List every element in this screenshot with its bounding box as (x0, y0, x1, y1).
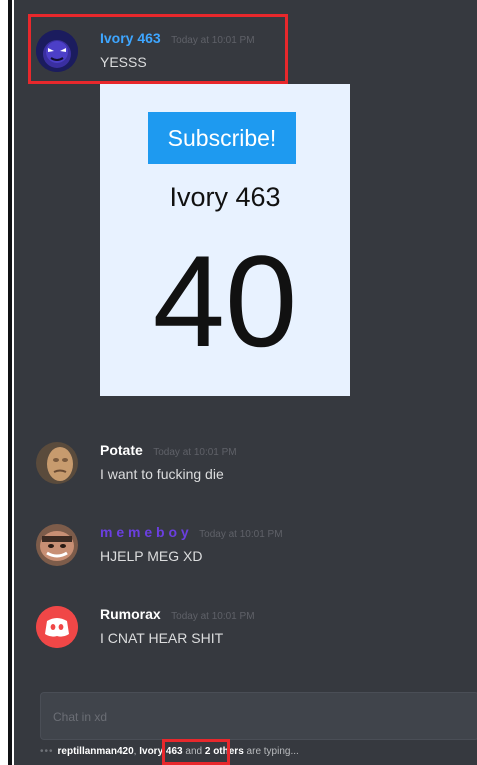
embedded-image[interactable]: Subscribe! Ivory 463 40 (100, 84, 350, 396)
channel-name: Ivory 463 (169, 182, 281, 212)
highlight-box (162, 739, 230, 765)
typing-user: reptillanman420 (57, 746, 134, 757)
avatar[interactable] (36, 606, 78, 648)
message-text: I CNAT HEAR SHIT (100, 630, 224, 646)
message-body: Rumorax Today at 10:01 PM I CNAT HEAR SH… (100, 606, 255, 646)
left-border (0, 0, 14, 765)
timestamp: Today at 10:01 PM (171, 611, 255, 622)
timestamp: Today at 10:01 PM (153, 447, 237, 458)
subscriber-count: 40 (152, 228, 298, 374)
username[interactable]: Rumorax (100, 606, 161, 622)
message-body: m e m e b o y Today at 10:01 PM HJELP ME… (100, 524, 283, 564)
typing-suffix: are typing... (246, 746, 299, 757)
avatar[interactable] (36, 442, 78, 484)
potato-avatar-icon (36, 442, 78, 484)
chat-input[interactable] (51, 707, 455, 727)
chat-area: Ivory 463 Today at 10:01 PM YESSS Subscr… (14, 0, 477, 765)
username[interactable]: m e m e b o y (100, 524, 189, 540)
face-avatar-icon (36, 524, 78, 566)
message-text: I want to fucking die (100, 466, 224, 482)
message-body: Potate Today at 10:01 PM I want to fucki… (100, 442, 237, 482)
avatar[interactable] (36, 524, 78, 566)
subscribe-button-image: Subscribe! (148, 112, 296, 164)
chat-input-bar (40, 692, 477, 740)
typing-dots-icon: ••• (40, 746, 54, 757)
highlight-box (28, 14, 288, 84)
discord-logo-icon (36, 606, 78, 648)
timestamp: Today at 10:01 PM (199, 529, 283, 540)
message-text: HJELP MEG XD (100, 548, 203, 564)
username[interactable]: Potate (100, 442, 143, 458)
